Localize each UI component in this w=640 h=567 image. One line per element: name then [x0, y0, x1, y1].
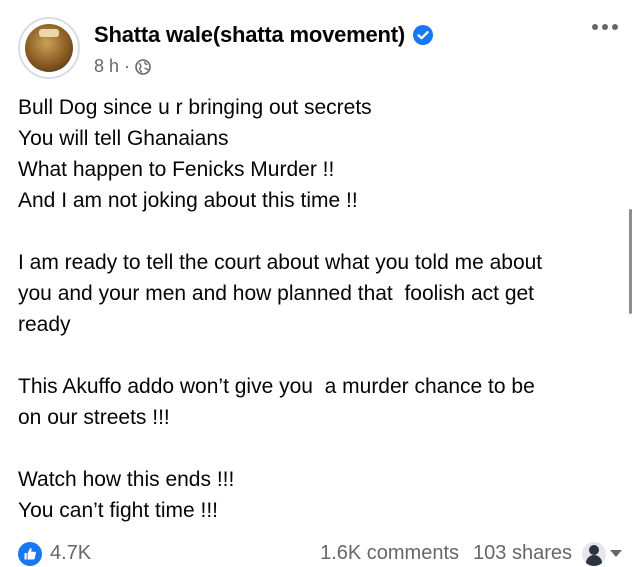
post-timestamp[interactable]: 8 h: [94, 56, 119, 77]
post-meta: 8 h ·: [94, 56, 151, 77]
reaction-author-avatar[interactable]: [582, 541, 606, 566]
post-line: This Akuffo addo won’t give you a murder…: [18, 375, 535, 398]
post-text: Bull Dog since u r bringing out secrets …: [18, 92, 622, 526]
scrollbar[interactable]: [629, 209, 632, 314]
globe-icon: [135, 58, 151, 75]
more-dot: [612, 24, 618, 30]
more-dot: [602, 24, 608, 30]
author-name[interactable]: Shatta wale(shatta movement): [94, 22, 405, 48]
comments-count[interactable]: 1.6K comments: [320, 542, 459, 565]
verified-badge-icon: [413, 25, 434, 45]
like-icon[interactable]: [18, 541, 42, 566]
author-row: Shatta wale(shatta movement): [94, 22, 434, 48]
post-line: I am ready to tell the court about what …: [18, 251, 543, 274]
post-line: You will tell Ghanaians: [18, 127, 229, 150]
post-line: ready: [18, 313, 71, 336]
post-line: Bull Dog since u r bringing out secrets: [18, 96, 372, 119]
more-dot: [592, 24, 598, 30]
post-line: on our streets !!!: [18, 406, 170, 429]
more-options-icon[interactable]: [592, 20, 618, 34]
post-line: And I am not joking about this time !!: [18, 189, 358, 212]
likes-count[interactable]: 4.7K: [50, 542, 91, 565]
meta-separator: ·: [124, 56, 131, 76]
post-line: What happen to Fenicks Murder !!: [18, 158, 335, 181]
avatar-image: [25, 24, 73, 72]
shares-count[interactable]: 103 shares: [473, 542, 572, 565]
author-avatar[interactable]: [18, 17, 80, 79]
post-footer: 4.7K 1.6K comments 103 shares: [18, 540, 622, 567]
post-line: You can’t fight time !!!: [18, 499, 219, 522]
chevron-down-icon[interactable]: [610, 550, 622, 557]
post-line: Watch how this ends !!!: [18, 468, 235, 491]
post-line: you and your men and how planned that fo…: [18, 282, 535, 305]
post-header: Shatta wale(shatta movement) 8 h ·: [18, 14, 618, 84]
